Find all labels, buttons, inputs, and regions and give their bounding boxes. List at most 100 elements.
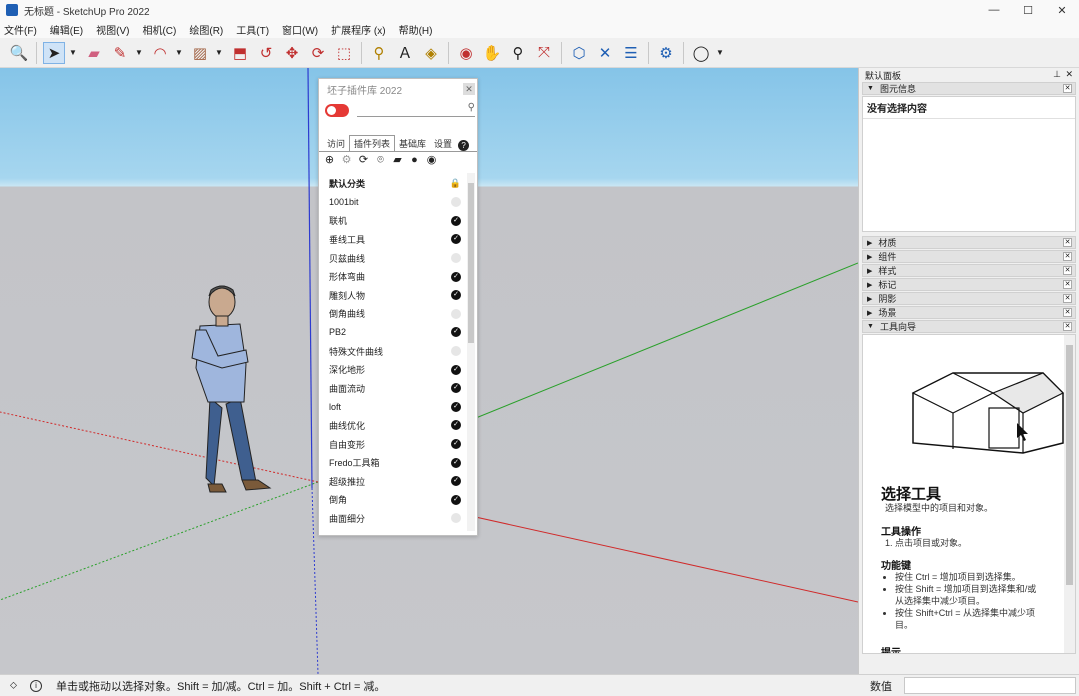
3d-warehouse-icon[interactable]: ⬡ [568,42,590,64]
checkmark-icon[interactable]: ✓ [451,420,461,431]
plugin-list-item[interactable]: 曲面流动 ✓ [321,379,467,398]
pin-icon[interactable]: ⊥ [1053,69,1061,80]
menu-edit[interactable]: 编辑(E) [50,22,83,37]
checkmark-icon[interactable]: ✓ [451,290,461,301]
search-icon[interactable]: ⚲ [468,102,475,113]
orbit-icon[interactable]: ◉ [455,42,477,64]
checkmark-icon[interactable]: ✓ [451,457,461,468]
folder-icon[interactable]: ▰ [391,154,404,167]
pan-icon[interactable]: ✋ [481,42,503,64]
menu-extensions[interactable]: 扩展程序 (x) [331,22,385,37]
menu-file[interactable]: 文件(F) [4,22,37,37]
eraser-icon[interactable]: ▰ [83,42,105,64]
scale-icon[interactable]: ⬚ [333,42,355,64]
tab-base-library[interactable]: 基础库 [395,136,430,151]
plugin-list-item[interactable]: 联机 ✓ [321,212,467,231]
plugin-list-item[interactable]: 雕刻人物 ✓ [321,286,467,305]
menu-tools[interactable]: 工具(T) [236,22,269,37]
close-icon[interactable]: ✕ [1063,308,1072,317]
scrollbar-thumb[interactable] [1066,345,1073,585]
layout-icon[interactable]: ☰ [620,42,642,64]
chevron-down-icon[interactable]: ▼ [135,48,143,57]
stop-icon[interactable]: ● [408,154,421,167]
scrollbar-thumb[interactable] [468,183,474,343]
checkmark-icon[interactable]: ✓ [451,271,461,282]
camera-icon[interactable]: ⌾ [374,154,387,167]
checkmark-icon[interactable]: ✓ [451,234,461,245]
tray-section[interactable]: ▶ 样式 ✕ [862,264,1076,277]
checkmark-icon[interactable]: ✓ [451,308,461,319]
tab-plugin-list[interactable]: 插件列表 [349,135,396,151]
measurements-input[interactable] [904,677,1076,694]
plugin-list-item[interactable]: 超级推拉 ✓ [321,472,467,491]
close-icon[interactable]: ✕ [1065,69,1073,80]
checkmark-icon[interactable]: ✓ [451,215,461,226]
menu-view[interactable]: 视图(V) [96,22,129,37]
plugin-list-item[interactable]: 曲线优化 ✓ [321,416,467,435]
minimize-button[interactable]: — [977,0,1011,20]
close-icon[interactable]: ✕ [1063,238,1072,247]
checkmark-icon[interactable]: ✓ [451,439,461,450]
tray-section[interactable]: ▶ 阴影 ✕ [862,292,1076,305]
paint-bucket-icon[interactable]: ◈ [420,42,442,64]
add-icon[interactable]: ⊕ [323,154,336,167]
tray-section[interactable]: ▶ 场景 ✕ [862,306,1076,319]
plugin-list-item[interactable]: loft ✓ [321,398,467,417]
close-icon[interactable]: ✕ [1063,266,1072,275]
tray-section[interactable]: ▶ 材质 ✕ [862,236,1076,249]
plugin-search-input[interactable]: ⚲ [357,102,475,117]
chevron-down-icon[interactable]: ▼ [175,48,183,57]
rotate-icon[interactable]: ⟳ [307,42,329,64]
plugin-list-item[interactable]: 1001bit ✓ [321,193,467,212]
tray-section[interactable]: ▼ 工具向导 ✕ [862,320,1076,333]
plugin-list-item[interactable]: 倒角曲线 ✓ [321,305,467,324]
refresh-icon[interactable]: ⟳ [357,154,370,167]
plugin-list-item[interactable]: 深化地形 ✓ [321,360,467,379]
move-icon[interactable]: ✥ [281,42,303,64]
maximize-button[interactable]: ☐ [1011,0,1045,20]
plugin-list-item[interactable]: PB2 ✓ [321,323,467,342]
tray-section[interactable]: ▶ 标记 ✕ [862,278,1076,291]
tape-measure-icon[interactable]: ⚲ [368,42,390,64]
plugin-list-item[interactable]: 垂线工具 ✓ [321,230,467,249]
tab-visit[interactable]: 访问 [323,136,349,151]
close-icon[interactable]: ✕ [1063,280,1072,289]
info-icon[interactable]: i [30,679,42,692]
close-icon[interactable]: ✕ [1063,252,1072,261]
checkmark-icon[interactable]: ✓ [451,197,461,208]
lock-icon[interactable]: 🔒 [450,178,461,189]
checkmark-icon[interactable]: ✓ [451,364,461,375]
help-icon[interactable]: ? [458,140,470,151]
tray-section[interactable]: ▶ 组件 ✕ [862,250,1076,263]
close-icon[interactable]: ✕ [463,83,475,95]
chevron-down-icon[interactable]: ▼ [69,48,77,57]
arc-icon[interactable]: ◠ [149,42,171,64]
checkmark-icon[interactable]: ✓ [451,253,461,264]
text-icon[interactable]: Ａ [394,42,416,64]
chevron-down-icon[interactable]: ▼ [716,48,724,57]
menu-draw[interactable]: 绘图(R) [189,22,223,37]
chevron-down-icon[interactable]: ▼ [215,48,223,57]
plugin-list-item[interactable]: Fredo工具箱 ✓ [321,453,467,472]
extension-warehouse-icon[interactable]: ✕ [594,42,616,64]
zoom-window-icon[interactable]: ⤧ [533,42,555,64]
sandbox-icon[interactable]: ⚙ [655,42,677,64]
close-icon[interactable]: ✕ [1063,84,1072,93]
instructor-scrollbar[interactable] [1064,335,1075,653]
checkmark-icon[interactable]: ✓ [451,513,461,524]
rectangle-icon[interactable]: ▨ [189,42,211,64]
checkmark-icon[interactable]: ✓ [451,401,461,412]
select-tool-icon[interactable]: ➤ [43,41,65,64]
pencil-line-icon[interactable]: ✎ [109,42,131,64]
plugin-list-item[interactable]: 贝兹曲线 ✓ [321,249,467,268]
checkmark-icon[interactable]: ✓ [451,327,461,338]
menu-help[interactable]: 帮助(H) [399,22,433,37]
checkmark-icon[interactable]: ✓ [451,494,461,505]
plugin-list-item[interactable]: 倒角 ✓ [321,491,467,510]
plugin-category[interactable]: 默认分类 🔒 [321,173,467,193]
geo-location-icon[interactable]: ⬦ [10,680,22,691]
close-icon[interactable]: ✕ [1063,322,1072,331]
close-button[interactable]: ✕ [1045,0,1079,20]
account-icon[interactable]: ◯ [690,42,712,64]
checkmark-icon[interactable]: ✓ [451,476,461,487]
